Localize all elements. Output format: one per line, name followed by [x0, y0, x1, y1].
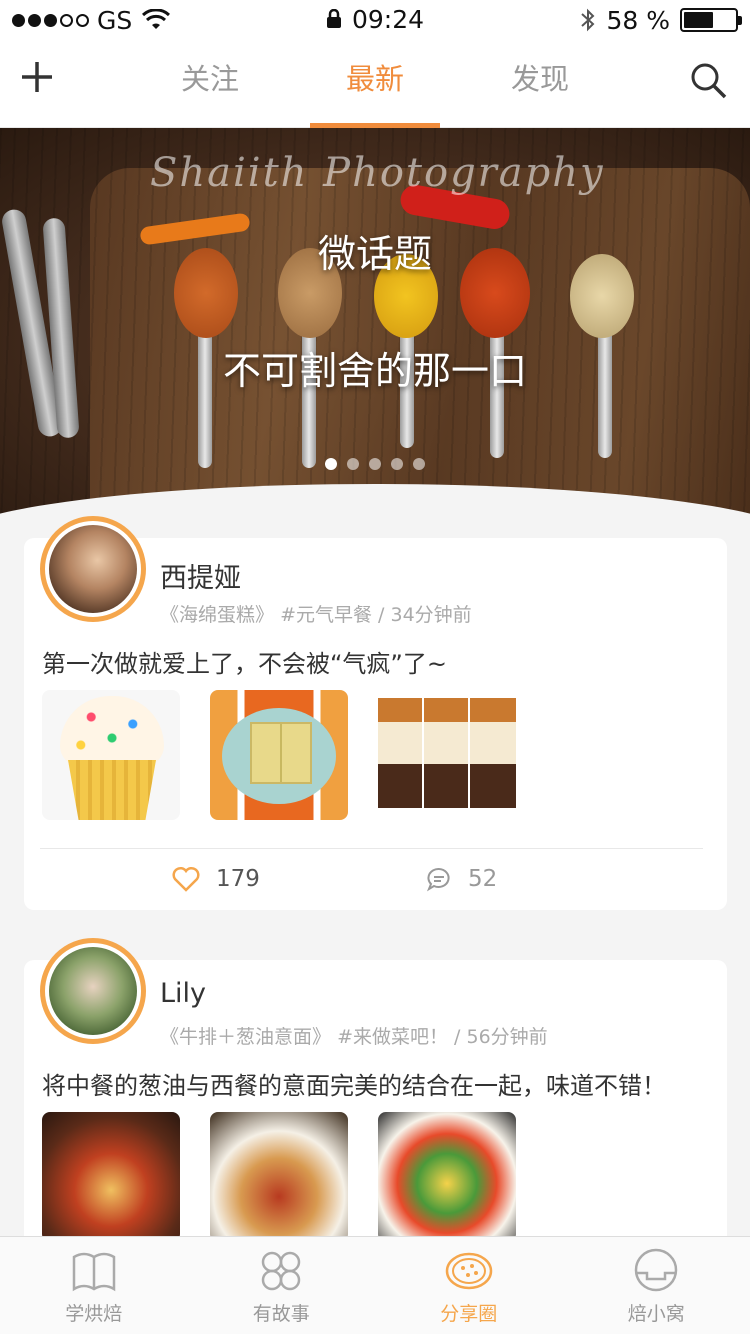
like-count: 179: [216, 866, 260, 892]
clock: 09:24: [351, 4, 425, 34]
status-bar: GS 09:24 58 %: [0, 0, 750, 40]
page-dot[interactable]: [347, 458, 359, 470]
topic-banner[interactable]: Shaiith Photography 微话题 不可割舍的那一口: [0, 128, 750, 518]
top-navigation: 关注 最新 发现: [0, 40, 750, 128]
lock-icon: [326, 9, 341, 29]
post-photos: [42, 690, 516, 820]
post-recipe-link[interactable]: 《牛排＋葱油意面》: [160, 1026, 331, 1048]
search-icon[interactable]: [688, 60, 728, 100]
post-time: 56分钟前: [466, 1026, 548, 1048]
feed-tabs: 关注 最新 发现: [135, 40, 615, 128]
avatar[interactable]: [40, 938, 146, 1044]
post-recipe-link[interactable]: 《海绵蛋糕》: [160, 604, 274, 626]
tab-label: 焙小窝: [627, 1303, 685, 1325]
cake-squares-photo[interactable]: [210, 690, 348, 820]
comment-count: 52: [468, 866, 498, 892]
photo-watermark: Shaiith Photography: [150, 150, 605, 196]
like-button[interactable]: 179: [172, 866, 260, 892]
post-actions: 179 52: [24, 866, 727, 906]
tiramisu-photo[interactable]: [378, 690, 516, 820]
tab-label: 学烘焙: [65, 1303, 123, 1325]
post-card[interactable]: 西提娅 《海绵蛋糕》 #元气早餐 / 34分钟前 第一次做就爱上了，不会被“气疯…: [24, 516, 727, 910]
post-text: 第一次做就爱上了，不会被“气疯”了~: [42, 650, 447, 678]
bottom-tab-bar: 学烘焙 有故事 分享圈 焙小窝: [0, 1236, 750, 1334]
carrier-label: GS: [97, 5, 133, 35]
post-tag[interactable]: #元气早餐: [280, 604, 372, 626]
salad-photo[interactable]: [378, 1112, 516, 1242]
page-dot[interactable]: [391, 458, 403, 470]
tab-stories[interactable]: 有故事: [188, 1237, 376, 1334]
tab-share-circle[interactable]: 分享圈: [375, 1237, 563, 1334]
page-dot[interactable]: [325, 458, 337, 470]
post-tag[interactable]: #来做菜吧！: [337, 1026, 448, 1048]
home-circle-icon: [635, 1248, 678, 1292]
cupcake-photo[interactable]: [42, 690, 180, 820]
comment-icon: [426, 868, 450, 892]
plus-icon[interactable]: [20, 60, 54, 94]
page-dot[interactable]: [413, 458, 425, 470]
tab-follow[interactable]: 关注: [135, 40, 285, 128]
tab-my-nest[interactable]: 焙小窝: [563, 1237, 750, 1334]
post-author[interactable]: 西提娅: [160, 556, 241, 595]
spaghetti-photo[interactable]: [210, 1112, 348, 1242]
banner-title: 微话题: [317, 232, 432, 276]
post-card[interactable]: Lily 《牛排＋葱油意面》 #来做菜吧！ / 56分钟前 将中餐的葱油与西餐的…: [24, 938, 727, 1260]
signal-strength-icon: [12, 13, 89, 27]
tab-discover[interactable]: 发现: [465, 40, 615, 128]
post-photos: [42, 1112, 516, 1242]
battery-percent: 58 %: [606, 5, 670, 35]
wifi-icon: [142, 9, 171, 29]
post-meta: 《牛排＋葱油意面》 #来做菜吧！ / 56分钟前: [160, 1026, 548, 1048]
pasta-dish-photo[interactable]: [42, 1112, 180, 1242]
banner-pagination[interactable]: [0, 458, 750, 470]
page-dot[interactable]: [369, 458, 381, 470]
bluetooth-icon: [581, 8, 595, 32]
post-author[interactable]: Lily: [160, 978, 206, 1009]
battery-icon: [680, 8, 742, 32]
tab-label: 有故事: [252, 1303, 310, 1325]
tab-learn-baking[interactable]: 学烘焙: [0, 1237, 188, 1334]
post-time: 34分钟前: [390, 604, 472, 626]
cookie-icon: [445, 1252, 492, 1290]
clover-icon: [262, 1251, 301, 1291]
post-meta: 《海绵蛋糕》 #元气早餐 / 34分钟前: [160, 604, 472, 626]
tab-latest[interactable]: 最新: [300, 40, 450, 128]
banner-subtitle: 不可割舍的那一口: [222, 349, 527, 393]
avatar[interactable]: [40, 516, 146, 622]
heart-icon: [172, 866, 200, 892]
post-text: 将中餐的葱油与西餐的意面完美的结合在一起，味道不错！: [42, 1072, 666, 1100]
book-icon: [72, 1252, 115, 1292]
tab-label: 分享圈: [440, 1303, 498, 1325]
comment-button[interactable]: 52: [426, 866, 497, 892]
